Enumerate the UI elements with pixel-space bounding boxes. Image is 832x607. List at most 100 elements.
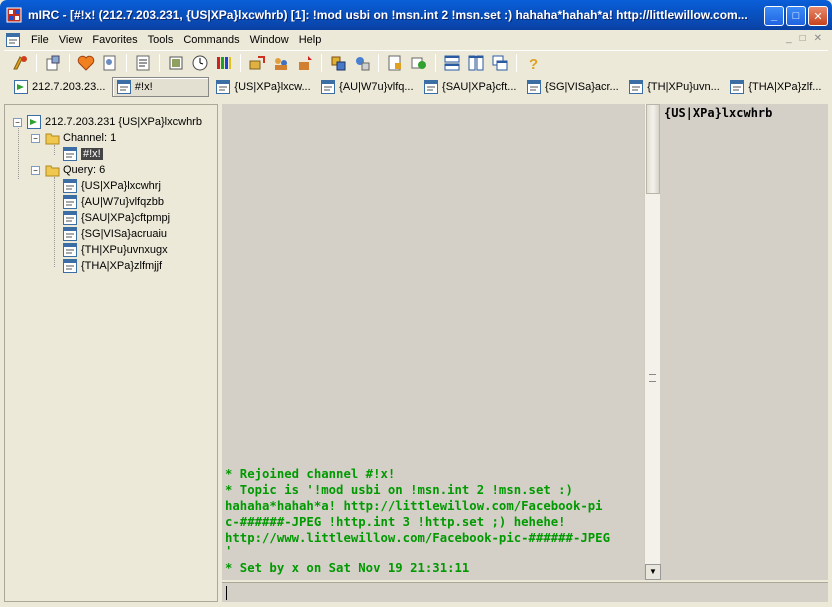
maximize-button[interactable]: □ — [786, 6, 806, 26]
title-bar[interactable]: mIRC - [#!x! (212.7.203.231, {US|XPa}lxc… — [0, 0, 832, 30]
options-icon[interactable] — [44, 54, 62, 72]
message-input[interactable] — [222, 582, 828, 602]
toolbar-separator — [321, 53, 322, 72]
dcc-chat-icon[interactable] — [272, 54, 290, 72]
text-caret — [226, 586, 227, 600]
menu-file[interactable]: File — [26, 34, 54, 46]
close-button[interactable]: ✕ — [808, 6, 828, 26]
switch-tab-channel[interactable]: #!x! — [111, 77, 210, 97]
menu-help[interactable]: Help — [294, 34, 327, 46]
toolbar-separator — [126, 53, 127, 72]
minimize-button[interactable]: _ — [764, 6, 784, 26]
tree-query-item[interactable]: {US|XPa}lxcwhrj — [63, 178, 161, 194]
server-window-icon — [14, 80, 28, 94]
tree-query-label: {SAU|XPa}cftpmpj — [81, 212, 171, 224]
tree-channel-label: #!x! — [81, 148, 103, 160]
tree-query-item[interactable]: {TH|XPu}uvnxugx — [63, 242, 168, 258]
collapse-toggle[interactable]: − — [31, 165, 40, 175]
timer-icon[interactable] — [191, 54, 209, 72]
menu-view[interactable]: View — [54, 34, 88, 46]
switch-tab-query-3[interactable]: {SAU|XPa}cft... — [420, 77, 520, 97]
switch-tab-server[interactable]: 212.7.203.23... — [10, 77, 109, 97]
menu-tools[interactable]: Tools — [143, 34, 179, 46]
switch-tab-query-6[interactable]: {THA|XPa}zlf... — [726, 77, 825, 97]
tree-channel-group[interactable]: − Channel: 1 — [31, 130, 116, 146]
cascade-icon[interactable] — [491, 54, 509, 72]
connect-icon[interactable] — [11, 54, 29, 72]
tree-query-label: {AU|W7u}vlfqzbb — [81, 196, 164, 208]
channel-window-icon — [63, 147, 77, 161]
tree-query-item[interactable]: {THA|XPa}zlfmjjf — [63, 258, 162, 274]
switchbar: 212.7.203.23... #!x! {US|XPa}lxcw... {AU… — [4, 76, 828, 98]
query-window-icon — [730, 80, 745, 94]
menu-commands[interactable]: Commands — [178, 34, 244, 46]
tree-query-label: {TH|XPu}uvnxugx — [81, 244, 168, 256]
logs-icon[interactable] — [386, 54, 404, 72]
address-book-icon[interactable] — [101, 54, 119, 72]
message-line: http://www.littlewillow.com/Facebook-pic… — [225, 531, 610, 545]
tree-query-item[interactable]: {AU|W7u}vlfqzbb — [63, 194, 164, 210]
toolbar-separator — [516, 53, 517, 72]
toolbar-separator — [159, 53, 160, 72]
tree-query-group[interactable]: − Query: 6 — [31, 162, 105, 178]
channel-scrollbar[interactable]: ▼ — [644, 104, 661, 580]
folder-icon — [45, 165, 60, 177]
message-line: * Set by x on Sat Nov 19 21:31:11 — [225, 561, 470, 575]
collapse-toggle[interactable]: − — [31, 133, 40, 143]
tree-server-label: 212.7.203.231 {US|XPa}lxcwhrb — [45, 116, 202, 128]
collapse-toggle[interactable]: − — [13, 117, 22, 127]
toolbar-separator — [435, 53, 436, 72]
toolbar-separator — [69, 53, 70, 72]
tree-channel-item[interactable]: #!x! — [63, 146, 103, 162]
message-line: c-######-JPEG !http.int 3 !http.set ;) h… — [225, 515, 566, 529]
help-icon[interactable]: ? — [524, 54, 542, 72]
nicklist: {US|XPa}lxcwhrb — [662, 104, 828, 580]
mirc-app-icon — [6, 7, 22, 23]
mdi-restore-button[interactable]: □ — [800, 33, 806, 44]
menu-bar: File View Favorites Tools Commands Windo… — [4, 30, 828, 50]
switch-tab-query-2[interactable]: {AU|W7u}vlfq... — [317, 77, 417, 97]
message-line: * Rejoined channel #!x! — [225, 467, 396, 481]
switch-tab-query-5[interactable]: {TH|XPu}uvn... — [625, 77, 723, 97]
switch-tab-label: #!x! — [134, 81, 153, 93]
mdi-minimize-button[interactable]: _ — [786, 33, 792, 44]
treebar: − 212.7.203.231 {US|XPa}lxcwhrb − Channe… — [4, 104, 218, 602]
mdi-close-button[interactable]: ✕ — [814, 33, 822, 44]
tile-vertical-icon[interactable] — [467, 54, 485, 72]
switch-tab-query-4[interactable]: {SG|VISa}acr... — [523, 77, 622, 97]
switch-tab-query-1[interactable]: {US|XPa}lxcw... — [212, 77, 314, 97]
query-window-icon — [526, 80, 541, 94]
scroll-down-icon[interactable]: ▼ — [645, 564, 661, 580]
tree-query-label: {SG|VISa}acruaiu — [81, 228, 168, 240]
tree-server-node[interactable]: − 212.7.203.231 {US|XPa}lxcwhrb — [13, 114, 202, 130]
dcc-send-icon[interactable] — [248, 54, 266, 72]
dcc-options-icon[interactable] — [296, 54, 314, 72]
toolbar-separator — [36, 53, 37, 72]
message-line: ' — [225, 544, 233, 558]
switch-tab-label: {SAU|XPa}cft... — [442, 81, 517, 93]
query-window-icon — [63, 195, 77, 209]
received-files-icon[interactable] — [410, 54, 428, 72]
tile-horizontal-icon[interactable] — [443, 54, 461, 72]
url-list-icon[interactable] — [353, 54, 371, 72]
tree-query-item[interactable]: {SG|VISa}acruaiu — [63, 226, 167, 242]
menu-favorites[interactable]: Favorites — [87, 34, 142, 46]
notify-icon[interactable] — [167, 54, 185, 72]
nicklist-item[interactable]: {US|XPa}lxcwhrb — [664, 106, 772, 120]
menu-window[interactable]: Window — [245, 34, 294, 46]
favorites-icon[interactable] — [77, 54, 95, 72]
channel-list-icon[interactable] — [134, 54, 152, 72]
server-window-icon — [27, 115, 41, 129]
colors-icon[interactable] — [215, 54, 233, 72]
channel-window-icon[interactable] — [6, 33, 20, 47]
channel-message-area[interactable]: * Rejoined channel #!x! * Topic is '!mod… — [225, 466, 641, 576]
toolbar-separator — [378, 53, 379, 72]
switch-tab-label: 212.7.203.23... — [32, 81, 106, 93]
tree-connector — [54, 177, 55, 267]
tree-query-item[interactable]: {SAU|XPa}cftpmpj — [63, 210, 170, 226]
scripts-icon[interactable] — [329, 54, 347, 72]
switch-tab-label: {TH|XPu}uvn... — [647, 81, 720, 93]
channel-window: * Rejoined channel #!x! * Topic is '!mod… — [222, 104, 828, 580]
switch-tab-label: {AU|W7u}vlfq... — [339, 81, 414, 93]
scrollbar-thumb[interactable] — [646, 104, 660, 194]
